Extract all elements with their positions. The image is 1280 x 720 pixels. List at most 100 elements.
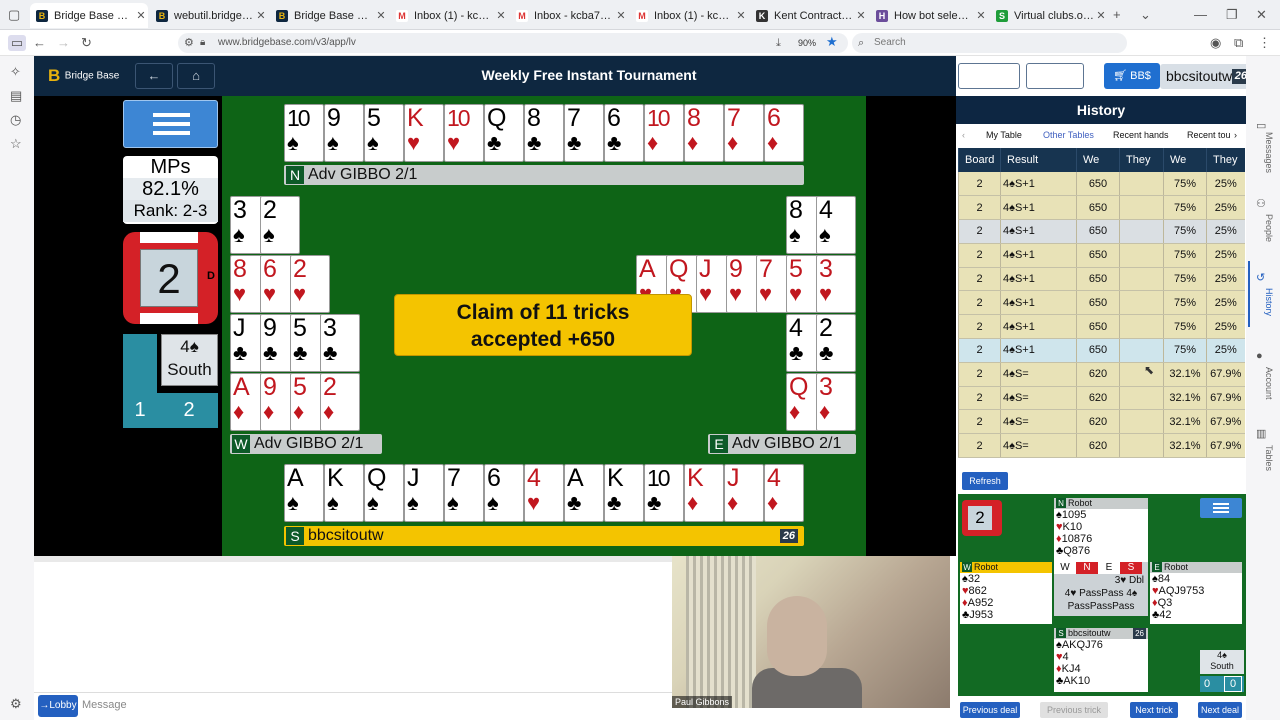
- north-card[interactable]: 7 ♣: [564, 104, 604, 162]
- south-card[interactable]: 6 ♠: [484, 464, 524, 522]
- south-card[interactable]: 4 ♦: [764, 464, 804, 522]
- next-trick-button[interactable]: Next trick: [1130, 702, 1178, 718]
- north-card[interactable]: 6 ♦: [764, 104, 804, 162]
- close-icon[interactable]: ✕: [734, 9, 748, 22]
- bbo-logo[interactable]: B Bridge Base: [48, 66, 119, 86]
- player-east[interactable]: E Adv GIBBO 2/1: [708, 434, 856, 454]
- browser-tab[interactable]: S Virtual clubs.ods ✕: [990, 3, 1108, 28]
- close-window-icon[interactable]: ✕: [1256, 7, 1267, 23]
- bb-dollars-button[interactable]: 🛒︎ BB$: [1104, 63, 1160, 89]
- tab-other-tables[interactable]: Other Tables: [1043, 130, 1094, 140]
- west-card[interactable]: 2 ♦: [320, 373, 360, 431]
- history-row[interactable]: 2 4♠S= 620 32.1% 67.9%: [958, 362, 1245, 387]
- south-card[interactable]: A ♣: [564, 464, 604, 522]
- south-card[interactable]: J ♠: [404, 464, 444, 522]
- home-button[interactable]: ⌂: [177, 63, 215, 89]
- close-icon[interactable]: ✕: [614, 9, 628, 22]
- sidebar-people[interactable]: People: [1254, 208, 1274, 248]
- history-col-header[interactable]: We: [1076, 148, 1120, 172]
- history-row[interactable]: 2 4♠S= 620 32.1% 67.9%: [958, 386, 1245, 411]
- south-card[interactable]: A ♠: [284, 464, 324, 522]
- sidebar-account[interactable]: Account: [1254, 360, 1274, 406]
- settings-gear-icon[interactable]: ⚙: [10, 696, 22, 712]
- north-card[interactable]: 7 ♦: [724, 104, 764, 162]
- tab-recent-tourneys[interactable]: Recent tou: [1187, 130, 1231, 140]
- extensions-icon[interactable]: ⧉: [1234, 35, 1243, 51]
- browser-tab[interactable]: B webutil.bridgebase.com✕: [150, 3, 268, 28]
- chevron-down-icon[interactable]: ⌄: [1140, 7, 1151, 23]
- south-card[interactable]: 7 ♠: [444, 464, 484, 522]
- tab-my-table[interactable]: My Table: [986, 130, 1022, 140]
- history-row[interactable]: 2 4♠S+1 650 75% 25%: [958, 172, 1245, 197]
- download-icon[interactable]: ⤓: [776, 35, 781, 51]
- close-icon[interactable]: ✕: [134, 9, 148, 22]
- close-icon[interactable]: ✕: [254, 9, 268, 22]
- history-row[interactable]: 2 4♠S+1 650 75% 25%: [958, 219, 1245, 244]
- history-row[interactable]: 2 4♠S= 620 32.1% 67.9%: [958, 409, 1245, 435]
- minimize-icon[interactable]: —: [1194, 7, 1207, 23]
- lobby-button[interactable]: →Lobby: [38, 695, 78, 717]
- mini-hand-east[interactable]: E Robot ♠84 ♥AQJ9753 ♦Q3 ♣42: [1150, 562, 1242, 624]
- user-chip[interactable]: bbcsitoutw 26: [1160, 64, 1256, 89]
- north-card[interactable]: 10 ♦: [644, 104, 684, 162]
- north-card[interactable]: K ♥: [404, 104, 444, 162]
- browser-tab[interactable]: M Inbox (1) - kcba9high@✕: [630, 3, 748, 28]
- west-card[interactable]: 2 ♠: [260, 196, 300, 254]
- west-card[interactable]: 2 ♥: [290, 255, 330, 313]
- east-card[interactable]: 3 ♦: [816, 373, 856, 431]
- scroll-right-icon[interactable]: ›: [1234, 130, 1237, 140]
- west-card[interactable]: 3 ♣: [320, 314, 360, 372]
- history-col-header[interactable]: They: [1206, 148, 1245, 172]
- message-input[interactable]: Message: [82, 699, 127, 711]
- url-field[interactable]: ⚙ 🔒︎ www.bridgebase.com/v3/app/lv ⤓ 90% …: [178, 33, 848, 53]
- back-button[interactable]: ←: [135, 63, 173, 89]
- browser-tab[interactable]: M Inbox (1) - kcbaimprov✕: [390, 3, 508, 28]
- north-card[interactable]: Q ♣: [484, 104, 524, 162]
- sidebar-toggle-icon[interactable]: ▭: [8, 35, 26, 51]
- help-button[interactable]: ? Help: [1026, 63, 1084, 89]
- close-icon[interactable]: ✕: [974, 9, 988, 22]
- next-deal-button[interactable]: Next deal: [1198, 702, 1242, 718]
- browser-tab[interactable]: K Kent Contract Bridge A✕: [750, 3, 868, 28]
- history-row[interactable]: 2 4♠S+1 650 75% 25%: [958, 195, 1245, 221]
- close-icon[interactable]: ✕: [854, 9, 868, 22]
- table-menu-button[interactable]: [123, 100, 218, 148]
- south-card[interactable]: K ♣: [604, 464, 644, 522]
- history-row[interactable]: 2 4♠S= 620 32.1% 67.9%: [958, 433, 1245, 459]
- scroll-left-icon[interactable]: ‹: [962, 130, 965, 140]
- south-card[interactable]: K ♦: [684, 464, 724, 522]
- north-card[interactable]: 5 ♠: [364, 104, 404, 162]
- favorites-icon[interactable]: ☆: [10, 136, 22, 152]
- player-south[interactable]: Sbbcsitoutw 26: [284, 526, 804, 546]
- new-tab-icon[interactable]: +: [1113, 7, 1121, 23]
- south-card[interactable]: 10 ♣: [644, 464, 684, 522]
- mini-hand-north[interactable]: N Robot ♠1095 ♥K10 ♦10876 ♣Q876: [1054, 498, 1148, 562]
- browser-tab[interactable]: M Inbox - kcba7high@gm✕: [510, 3, 628, 28]
- ai-sparkle-icon[interactable]: ✧: [10, 64, 21, 80]
- sidebar-history[interactable]: History: [1254, 282, 1274, 322]
- browser-tab[interactable]: H How bot select the lea✕: [870, 3, 988, 28]
- east-card[interactable]: 3 ♥: [816, 255, 856, 313]
- shield-icon[interactable]: ◉: [1210, 35, 1221, 51]
- south-card[interactable]: Q ♠: [364, 464, 404, 522]
- sidebar-messages[interactable]: Messages: [1254, 130, 1274, 176]
- history-col-header[interactable]: Board: [958, 148, 1001, 172]
- browser-tab[interactable]: B Bridge Base Online✕: [30, 3, 148, 28]
- history-row[interactable]: 2 4♠S+1 650 75% 25%: [958, 290, 1245, 316]
- east-card[interactable]: 4 ♠: [816, 196, 856, 254]
- mini-hand-west[interactable]: W Robot ♠32 ♥862 ♦A952 ♣J953: [960, 562, 1052, 624]
- forward-icon[interactable]: →: [57, 35, 70, 51]
- zoom-level[interactable]: 90%: [798, 33, 816, 53]
- refresh-button[interactable]: Refresh: [962, 472, 1008, 490]
- history-col-header[interactable]: They: [1119, 148, 1164, 172]
- close-icon[interactable]: ✕: [374, 9, 388, 22]
- south-card[interactable]: J ♦: [724, 464, 764, 522]
- history-row[interactable]: 2 4♠S+1 650 75% 25%: [958, 243, 1245, 268]
- tab-recent-hands[interactable]: Recent hands: [1113, 130, 1169, 140]
- search-field[interactable]: ⌕ Search: [852, 33, 1127, 53]
- site-info-icon[interactable]: ⚙: [184, 35, 194, 51]
- history-col-header[interactable]: Result: [1000, 148, 1077, 172]
- north-card[interactable]: 8 ♦: [684, 104, 724, 162]
- previous-deal-button[interactable]: Previous deal: [960, 702, 1020, 718]
- history-icon[interactable]: ◷: [10, 112, 21, 128]
